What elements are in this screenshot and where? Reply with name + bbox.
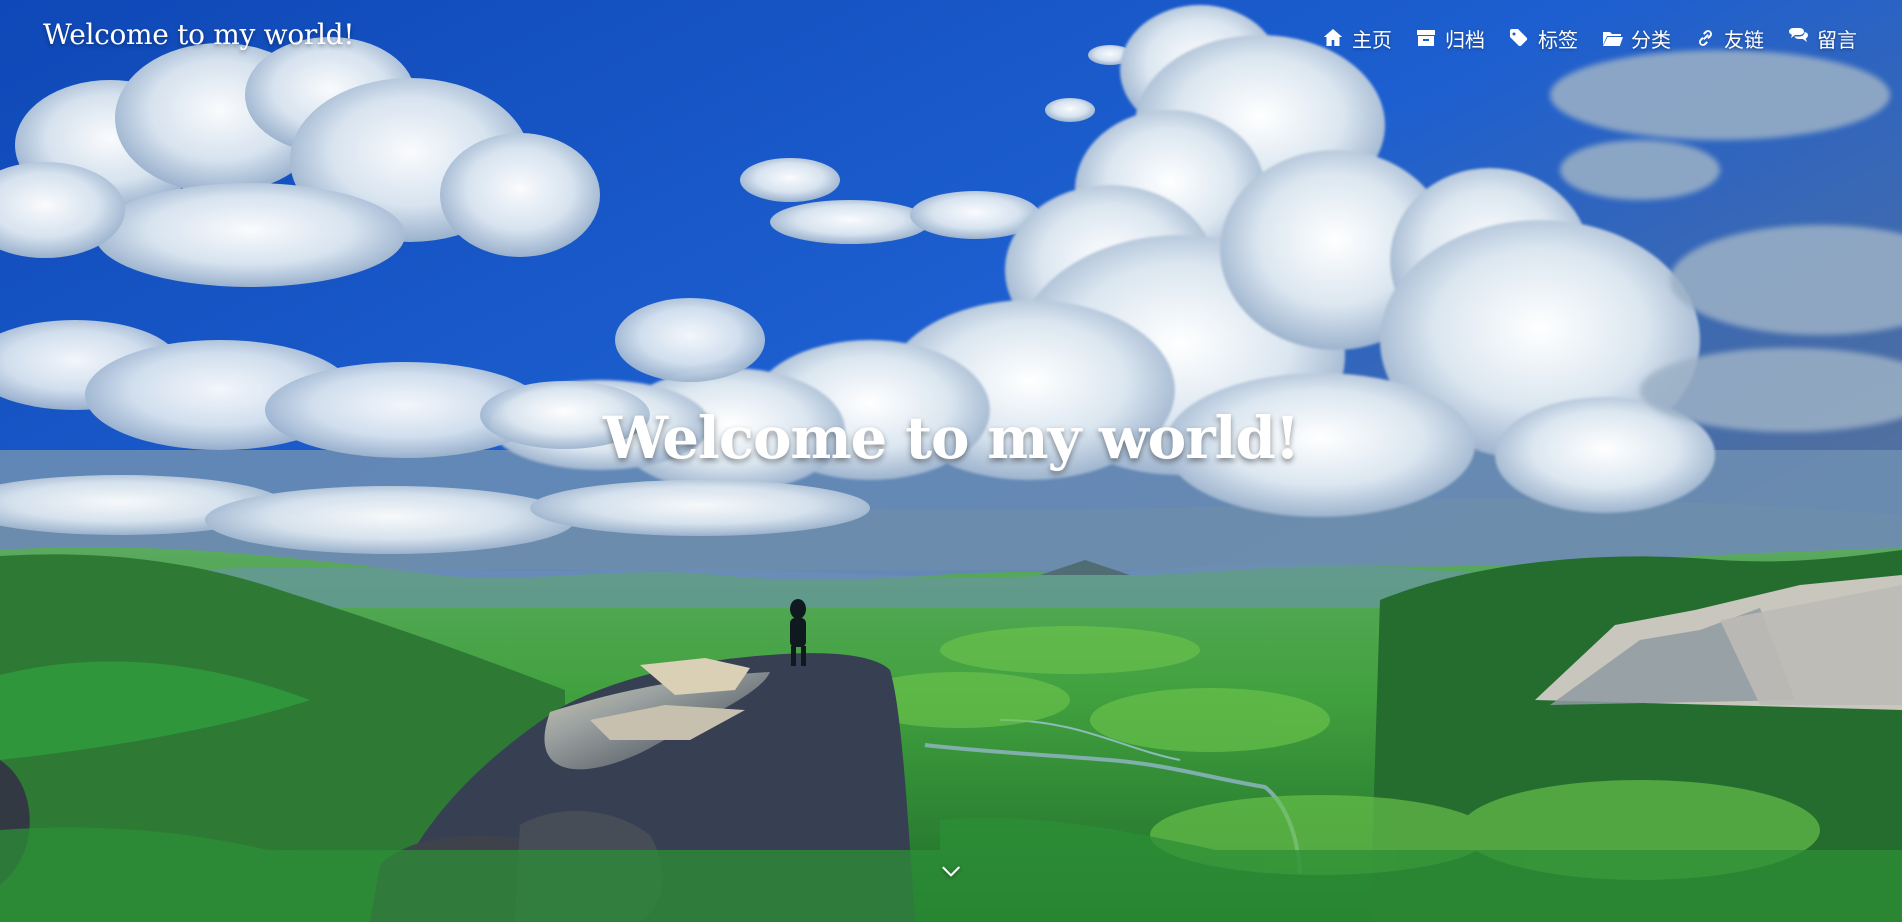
hero-banner: Welcome to my world! 主页 归档 标签 分类 友链 留言 W… xyxy=(0,0,1902,922)
nav-item-label: 分类 xyxy=(1631,27,1671,52)
nav-item-label: 留言 xyxy=(1817,27,1857,52)
nav-item-tags[interactable]: 标签 xyxy=(1507,24,1578,52)
nav-item-label: 主页 xyxy=(1352,27,1392,52)
chevron-down-icon xyxy=(942,866,960,877)
hero-title: Welcome to my world! xyxy=(603,404,1300,472)
folder-open-icon xyxy=(1600,26,1624,50)
nav-item-guestbook[interactable]: 留言 xyxy=(1786,24,1857,52)
scroll-down-button[interactable] xyxy=(938,858,964,884)
top-navigation: 主页 归档 标签 分类 友链 留言 xyxy=(1321,24,1857,52)
home-icon xyxy=(1321,26,1345,50)
link-icon xyxy=(1693,26,1717,50)
nav-item-home[interactable]: 主页 xyxy=(1321,24,1392,52)
nav-item-label: 归档 xyxy=(1445,27,1485,52)
nav-item-categories[interactable]: 分类 xyxy=(1600,24,1671,52)
nav-item-archive[interactable]: 归档 xyxy=(1414,24,1485,52)
site-brand[interactable]: Welcome to my world! xyxy=(43,18,355,51)
archive-icon xyxy=(1414,26,1438,50)
tag-icon xyxy=(1507,26,1531,50)
comments-icon xyxy=(1786,26,1810,50)
nav-item-links[interactable]: 友链 xyxy=(1693,24,1764,52)
nav-item-label: 标签 xyxy=(1538,27,1578,52)
nav-item-label: 友链 xyxy=(1724,27,1764,52)
